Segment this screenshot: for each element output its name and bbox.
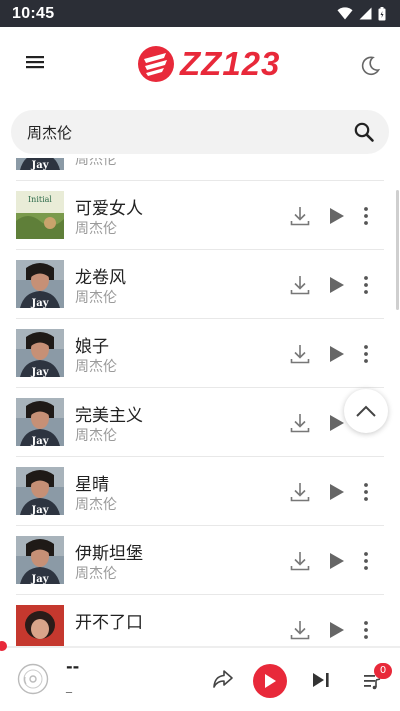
song-title: 娘子 — [75, 337, 109, 357]
app-header: ZZ123 — [0, 27, 400, 102]
status-bar: 10:45 — [0, 0, 400, 27]
play-icon[interactable] — [328, 206, 346, 226]
song-row[interactable]: Jay 龙卷风 周杰伦 — [0, 250, 400, 319]
play-icon[interactable] — [328, 620, 346, 640]
play-icon[interactable] — [328, 275, 346, 295]
download-icon[interactable] — [289, 412, 311, 434]
song-title: 伊斯坦堡 — [75, 544, 143, 564]
battery-icon — [378, 6, 386, 20]
album-art-icon: Jay — [16, 158, 64, 170]
moon-icon[interactable] — [358, 54, 382, 78]
song-row[interactable]: Jay 周杰伦 — [0, 158, 400, 181]
song-artist: 周杰伦 — [75, 497, 117, 513]
song-artist: 周杰伦 — [75, 428, 117, 444]
status-icons — [337, 6, 386, 21]
song-list-content: Jay 周杰伦 Initial 可爱女人 周杰伦 Jay 龙卷风 周杰伦 Jay… — [0, 158, 400, 646]
share-icon[interactable] — [211, 668, 235, 690]
song-title: 龙卷风 — [75, 268, 126, 288]
album-art-icon: Jay — [16, 536, 64, 584]
song-title: 开不了口 — [75, 613, 143, 633]
cover-label: Initial — [28, 195, 52, 204]
album-art-icon: Initial — [16, 191, 64, 239]
song-artist: 周杰伦 — [75, 359, 117, 375]
song-row[interactable]: Jay 伊斯坦堡 周杰伦 — [0, 526, 400, 595]
play-icon[interactable] — [328, 551, 346, 571]
search-icon[interactable] — [353, 121, 375, 143]
cover-label: Jay — [30, 436, 49, 446]
queue-count-badge: 0 — [374, 663, 392, 679]
song-title: 可爱女人 — [75, 199, 143, 219]
play-icon — [265, 674, 276, 688]
progress-handle[interactable] — [0, 641, 7, 651]
song-list[interactable]: Jay 周杰伦 Initial 可爱女人 周杰伦 Jay 龙卷风 周杰伦 Jay… — [0, 158, 400, 646]
now-playing-artist: _ — [66, 679, 72, 693]
progress-bar[interactable] — [0, 641, 400, 651]
play-icon[interactable] — [328, 482, 346, 502]
album-cover: Jay — [16, 536, 64, 584]
search-input[interactable]: 周杰伦 — [11, 110, 389, 154]
scroll-to-top-button[interactable] — [344, 389, 388, 433]
status-time: 10:45 — [12, 4, 55, 22]
album-cover: Jay — [16, 398, 64, 446]
song-row[interactable]: Jay 完美主义 周杰伦 — [0, 388, 400, 457]
search-query[interactable]: 周杰伦 — [27, 122, 72, 143]
song-title: 星晴 — [75, 475, 109, 495]
more-vertical-icon[interactable] — [361, 204, 371, 228]
song-row[interactable]: 开不了口 — [0, 595, 400, 646]
album-art-icon: Jay — [16, 467, 64, 515]
album-art-icon: Jay — [16, 329, 64, 377]
download-icon[interactable] — [289, 205, 311, 227]
download-icon[interactable] — [289, 481, 311, 503]
song-title: 完美主义 — [75, 406, 143, 426]
scrollbar[interactable] — [396, 190, 399, 310]
song-artist: 周杰伦 — [75, 566, 117, 582]
album-art-icon: Jay — [16, 260, 64, 308]
logo-text: ZZ123 — [180, 45, 281, 82]
signal-icon — [359, 7, 372, 20]
cover-label: Jay — [30, 505, 49, 515]
more-vertical-icon[interactable] — [361, 158, 371, 159]
song-row[interactable]: Initial 可爱女人 周杰伦 — [0, 181, 400, 250]
download-icon[interactable] — [289, 619, 311, 641]
song-artist: 周杰伦 — [75, 221, 117, 237]
album-cover: Jay — [16, 329, 64, 377]
skip-next-icon[interactable] — [311, 671, 331, 689]
play-pause-button[interactable] — [253, 664, 287, 698]
album-cover: Jay — [16, 260, 64, 308]
download-icon[interactable] — [289, 550, 311, 572]
now-playing-title: -- — [66, 657, 80, 676]
album-art-icon: Jay — [16, 398, 64, 446]
download-icon[interactable] — [289, 343, 311, 365]
wifi-icon — [337, 7, 353, 20]
album-cover — [16, 605, 64, 646]
download-icon[interactable] — [289, 274, 311, 296]
song-artist: 周杰伦 — [75, 158, 117, 168]
cover-label: Jay — [30, 367, 49, 377]
cover-label: Jay — [30, 160, 49, 170]
more-vertical-icon[interactable] — [361, 480, 371, 504]
mini-player: -- _ 0 — [0, 641, 400, 711]
chevron-up-icon — [356, 405, 376, 417]
song-row[interactable]: Jay 星晴 周杰伦 — [0, 457, 400, 526]
song-artist: 周杰伦 — [75, 290, 117, 306]
cover-label: Jay — [30, 298, 49, 308]
song-row[interactable]: Jay 娘子 周杰伦 — [0, 319, 400, 388]
hamburger-icon[interactable] — [22, 51, 48, 73]
more-vertical-icon[interactable] — [361, 549, 371, 573]
album-cover: Jay — [16, 467, 64, 515]
album-cover: Jay — [16, 158, 64, 170]
album-cover: Initial — [16, 191, 64, 239]
more-vertical-icon[interactable] — [361, 273, 371, 297]
more-vertical-icon[interactable] — [361, 618, 371, 642]
logo-mark-icon — [138, 46, 174, 82]
cover-label: Jay — [30, 574, 49, 584]
album-art-icon — [16, 605, 64, 646]
play-icon[interactable] — [328, 344, 346, 364]
more-vertical-icon[interactable] — [361, 342, 371, 366]
app-logo: ZZ123 — [136, 42, 280, 86]
disc-icon[interactable] — [17, 663, 49, 695]
play-icon[interactable] — [328, 413, 346, 433]
